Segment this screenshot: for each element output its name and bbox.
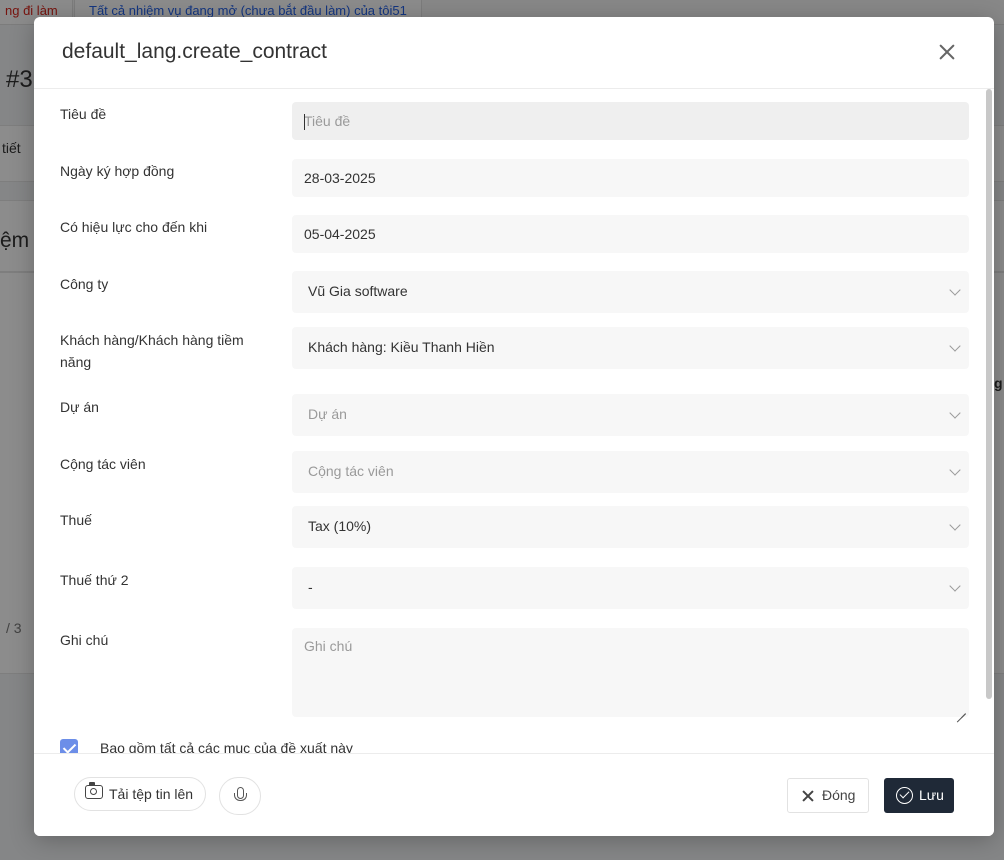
chevron-down-icon <box>949 580 961 592</box>
customer-value: Khách hàng: Kiều Thanh Hiền <box>308 339 495 355</box>
modal-body: Tiêu đề Tiêu đề Ngày ký hợp đồng 28-03-2… <box>34 89 994 754</box>
close-button[interactable]: Đóng <box>787 778 869 813</box>
chevron-down-icon <box>949 340 961 352</box>
valid-until-input[interactable]: 05-04-2025 <box>292 215 969 253</box>
tax2-value: - <box>308 579 313 595</box>
note-label: Ghi chú <box>60 632 109 648</box>
tax-select[interactable]: Tax (10%) <box>292 506 969 548</box>
upload-file-label: Tải tệp tin lên <box>109 786 194 802</box>
customer-select[interactable]: Khách hàng: Kiều Thanh Hiền <box>292 327 969 369</box>
modal-header: default_lang.create_contract <box>34 17 994 89</box>
chevron-down-icon <box>949 284 961 296</box>
tax-label: Thuế <box>60 512 92 528</box>
tax-value: Tax (10%) <box>308 518 372 534</box>
note-placeholder: Ghi chú <box>304 638 353 654</box>
company-label: Công ty <box>60 276 109 292</box>
collaborator-label: Cộng tác viên <box>60 456 146 472</box>
scrollbar[interactable] <box>986 89 992 699</box>
modal-footer: Tải tệp tin lên Đóng Lưu <box>34 753 994 836</box>
check-circle-icon <box>896 787 913 804</box>
customer-label: Khách hàng/Khách hàng tiềm năng <box>60 332 244 370</box>
text-cursor <box>304 114 305 130</box>
project-label: Dự án <box>60 399 99 415</box>
save-button[interactable]: Lưu <box>884 778 954 813</box>
close-icon[interactable] <box>936 41 958 63</box>
collaborator-select[interactable]: Cộng tác viên <box>292 451 969 493</box>
company-value: Vũ Gia software <box>308 283 408 299</box>
valid-until-label: Có hiệu lực cho đến khi <box>60 219 208 235</box>
microphone-icon <box>234 787 247 801</box>
tax2-select[interactable]: - <box>292 567 969 609</box>
resize-handle-icon[interactable] <box>956 704 966 714</box>
title-input[interactable]: Tiêu đề <box>292 102 969 140</box>
tax2-label: Thuế thứ 2 <box>60 572 129 588</box>
upload-file-button[interactable]: Tải tệp tin lên <box>74 777 206 811</box>
title-placeholder: Tiêu đề <box>304 113 351 129</box>
company-select[interactable]: Vũ Gia software <box>292 271 969 313</box>
create-contract-modal: default_lang.create_contract Tiêu đề Tiê… <box>34 17 994 836</box>
close-icon <box>802 790 814 802</box>
note-textarea[interactable]: Ghi chú <box>292 628 969 717</box>
sign-date-input[interactable]: 28-03-2025 <box>292 159 969 197</box>
include-items-checkbox[interactable] <box>60 739 78 754</box>
close-button-label: Đóng <box>822 787 856 803</box>
collaborator-placeholder: Cộng tác viên <box>308 463 394 479</box>
sign-date-label: Ngày ký hợp đồng <box>60 163 175 179</box>
include-items-label: Bao gồm tất cả các mục của đề xuất này <box>100 740 353 754</box>
save-button-label: Lưu <box>919 787 944 803</box>
camera-icon <box>85 782 103 799</box>
project-select[interactable]: Dự án <box>292 394 969 436</box>
chevron-down-icon <box>949 519 961 531</box>
chevron-down-icon <box>949 407 961 419</box>
project-placeholder: Dự án <box>308 406 347 422</box>
modal-title: default_lang.create_contract <box>62 40 328 63</box>
voice-record-button[interactable] <box>219 777 261 815</box>
title-label: Tiêu đề <box>60 106 107 122</box>
chevron-down-icon <box>949 464 961 476</box>
